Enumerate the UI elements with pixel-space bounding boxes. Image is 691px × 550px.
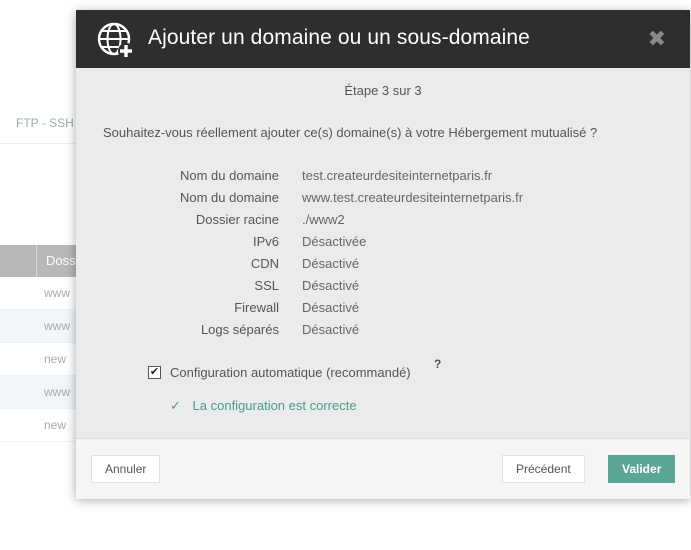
summary-value: Désactivé (302, 278, 360, 293)
summary-row: Logs séparés Désactivé (76, 322, 690, 344)
bg-cell: www (44, 319, 70, 333)
summary-label: CDN (250, 256, 279, 271)
bg-table: Doss www www new www new (0, 245, 80, 442)
summary-row: Dossier racine ./www2 (76, 212, 690, 234)
previous-button[interactable]: Précédent (502, 455, 585, 483)
summary-value: www.test.createurdesiteinternetparis.fr (302, 190, 524, 205)
summary-value: Désactivée (302, 234, 367, 249)
summary-row: Firewall Désactivé (76, 300, 690, 322)
bg-column-header: Doss (46, 253, 76, 268)
summary-row: SSL Désactivé (76, 278, 690, 300)
help-icon[interactable]: ? (434, 357, 441, 371)
summary-label: Firewall (234, 300, 279, 315)
dialog-title: Ajouter un domaine ou un sous-domaine (148, 26, 530, 49)
summary-label: Logs séparés (200, 322, 279, 337)
summary-label: Dossier racine (195, 212, 279, 227)
bg-divider (0, 143, 80, 144)
summary-value: ./www2 (302, 212, 345, 227)
auto-config-checkbox[interactable]: ✔ (148, 366, 161, 379)
summary-row: IPv6 Désactivée (76, 234, 690, 256)
summary-list: Nom du domaine test.createurdesiteintern… (76, 168, 690, 344)
bg-table-header: Doss (0, 245, 80, 277)
cancel-button[interactable]: Annuler (91, 455, 161, 483)
table-row: new (0, 343, 80, 376)
summary-row: Nom du domaine test.createurdesiteintern… (76, 168, 690, 190)
summary-value: Désactivé (302, 300, 360, 315)
table-row: www (0, 277, 80, 310)
step-indicator: Étape 3 sur 3 (344, 83, 422, 98)
summary-value: Désactivé (302, 322, 360, 337)
summary-value: test.createurdesiteinternetparis.fr (302, 168, 493, 183)
globe-add-icon (96, 21, 136, 61)
config-status-text: La configuration est correcte (192, 398, 357, 413)
confirmation-question: Souhaitez-vous réellement ajouter ce(s) … (103, 125, 598, 140)
auto-config-label[interactable]: Configuration automatique (recommandé) (170, 365, 411, 380)
bg-cell: new (44, 418, 67, 432)
table-row: www (0, 376, 80, 409)
summary-label: SSL (254, 278, 279, 293)
bg-cell: new (44, 352, 67, 366)
summary-row: CDN Désactivé (76, 256, 690, 278)
table-row: www (0, 310, 80, 343)
summary-row: Nom du domaine www.test.createurdesitein… (76, 190, 690, 212)
checkmark-icon: ✓ (170, 398, 181, 413)
bg-cell: www (44, 385, 70, 399)
close-icon[interactable]: ✖ (648, 26, 666, 52)
summary-label: Nom du domaine (180, 168, 279, 183)
config-status: ✓ La configuration est correcte (170, 398, 357, 414)
summary-label: Nom du domaine (180, 190, 279, 205)
bg-cell: www (44, 286, 70, 300)
dialog-header: Ajouter un domaine ou un sous-domaine ✖ (76, 10, 690, 68)
validate-button[interactable]: Valider (608, 455, 676, 483)
bg-tab-ftp-ssh[interactable]: FTP - SSH (16, 116, 74, 130)
table-row: new (0, 409, 80, 442)
bg-column-separator (36, 245, 37, 277)
summary-label: IPv6 (252, 234, 279, 249)
dialog-footer: Annuler Précédent Valider (76, 438, 690, 499)
add-domain-dialog: Ajouter un domaine ou un sous-domaine ✖ … (76, 10, 690, 499)
summary-value: Désactivé (302, 256, 360, 271)
